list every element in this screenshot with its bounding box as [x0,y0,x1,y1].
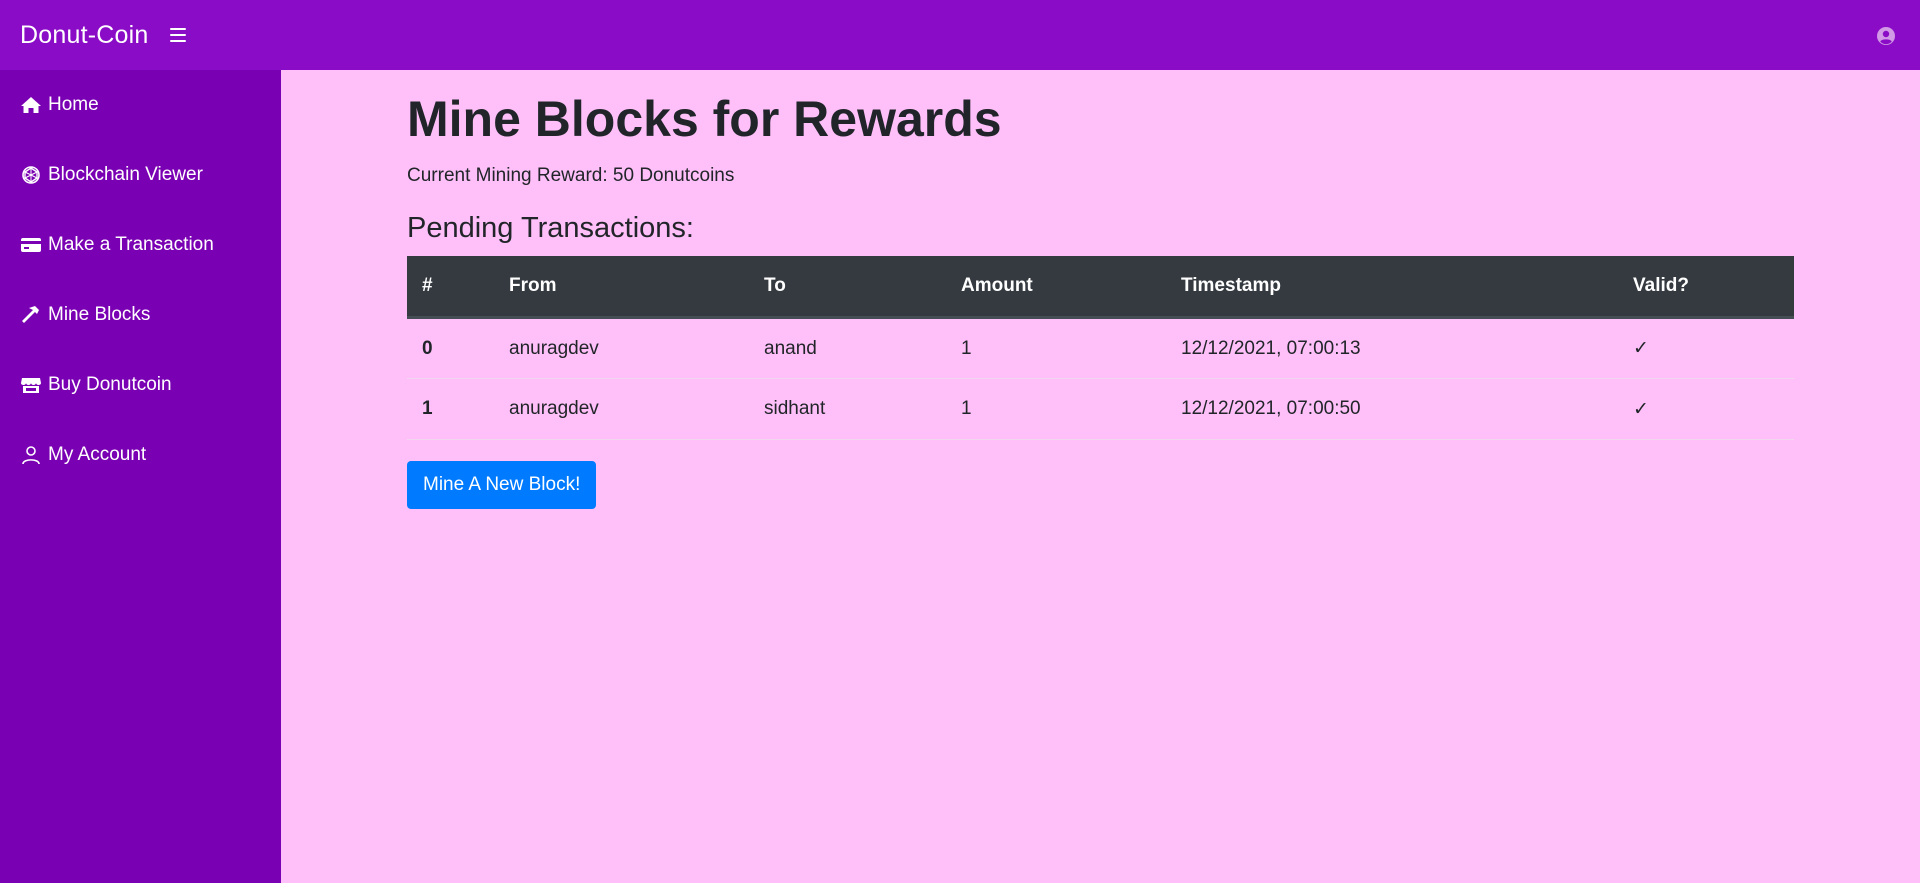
cell-to: sidhant [749,378,946,441]
cell-from: anuragdev [494,317,749,380]
sidebar-item-blockchain-viewer[interactable]: Blockchain Viewer [0,140,281,210]
table-row: 1 anuragdev sidhant 1 12/12/2021, 07:00:… [407,378,1794,441]
cell-index: 1 [407,378,494,441]
cell-valid: ✓ [1618,378,1794,441]
user-circle-icon[interactable] [1876,26,1896,46]
user-icon [22,446,40,465]
sidebar-item-label: My Account [48,444,147,465]
table-row: 0 anuragdev anand 1 12/12/2021, 07:00:13… [407,317,1794,380]
cell-amount: 1 [946,378,1166,441]
sidebar-item-label: Make a Transaction [48,234,214,255]
cell-index: 0 [407,317,494,380]
cell-from: anuragdev [494,378,749,441]
page-title: Mine Blocks for Rewards [407,91,1002,147]
cell-amount: 1 [946,317,1166,380]
credit-card-icon [21,238,41,252]
cell-valid: ✓ [1618,317,1794,380]
cell-timestamp: 12/12/2021, 07:00:13 [1166,317,1618,380]
sidebar: Home Blockchain Viewer Make a Transactio… [0,70,281,883]
sidebar-item-label: Home [48,94,99,115]
column-header-timestamp: Timestamp [1166,255,1618,320]
home-icon [21,97,41,113]
main-content: Mine Blocks for Rewards Current Mining R… [407,70,1794,510]
column-header-to: To [749,255,946,320]
column-header-amount: Amount [946,255,1166,320]
column-header-index: # [407,255,494,320]
sidebar-item-label: Blockchain Viewer [48,164,203,185]
hammer-icon [22,306,39,323]
sidebar-item-my-account[interactable]: My Account [0,420,281,490]
table-header-row: # From To Amount Timestamp Valid? [407,255,1794,320]
pending-transactions-table: # From To Amount Timestamp Valid? 0 anur… [407,255,1794,441]
sidebar-item-label: Mine Blocks [48,304,151,325]
sidebar-item-buy-donutcoin[interactable]: Buy Donutcoin [0,350,281,420]
cell-timestamp: 12/12/2021, 07:00:50 [1166,378,1618,441]
top-navbar: Donut-Coin [0,0,1920,70]
cube-network-icon [22,166,40,184]
sidebar-item-home[interactable]: Home [0,70,281,140]
menu-toggle-icon[interactable] [170,28,187,42]
mine-new-block-button[interactable]: Mine A New Block! [407,461,597,510]
column-header-from: From [494,255,749,320]
cell-to: anand [749,317,946,380]
sidebar-item-make-transaction[interactable]: Make a Transaction [0,210,281,280]
mining-reward-text: Current Mining Reward: 50 Donutcoins [407,165,735,186]
pending-transactions-heading: Pending Transactions: [407,212,694,244]
sidebar-item-mine-blocks[interactable]: Mine Blocks [0,280,281,350]
store-icon [21,378,41,393]
sidebar-item-label: Buy Donutcoin [48,374,172,395]
column-header-valid: Valid? [1618,255,1794,320]
brand-logo[interactable]: Donut-Coin [20,21,148,50]
